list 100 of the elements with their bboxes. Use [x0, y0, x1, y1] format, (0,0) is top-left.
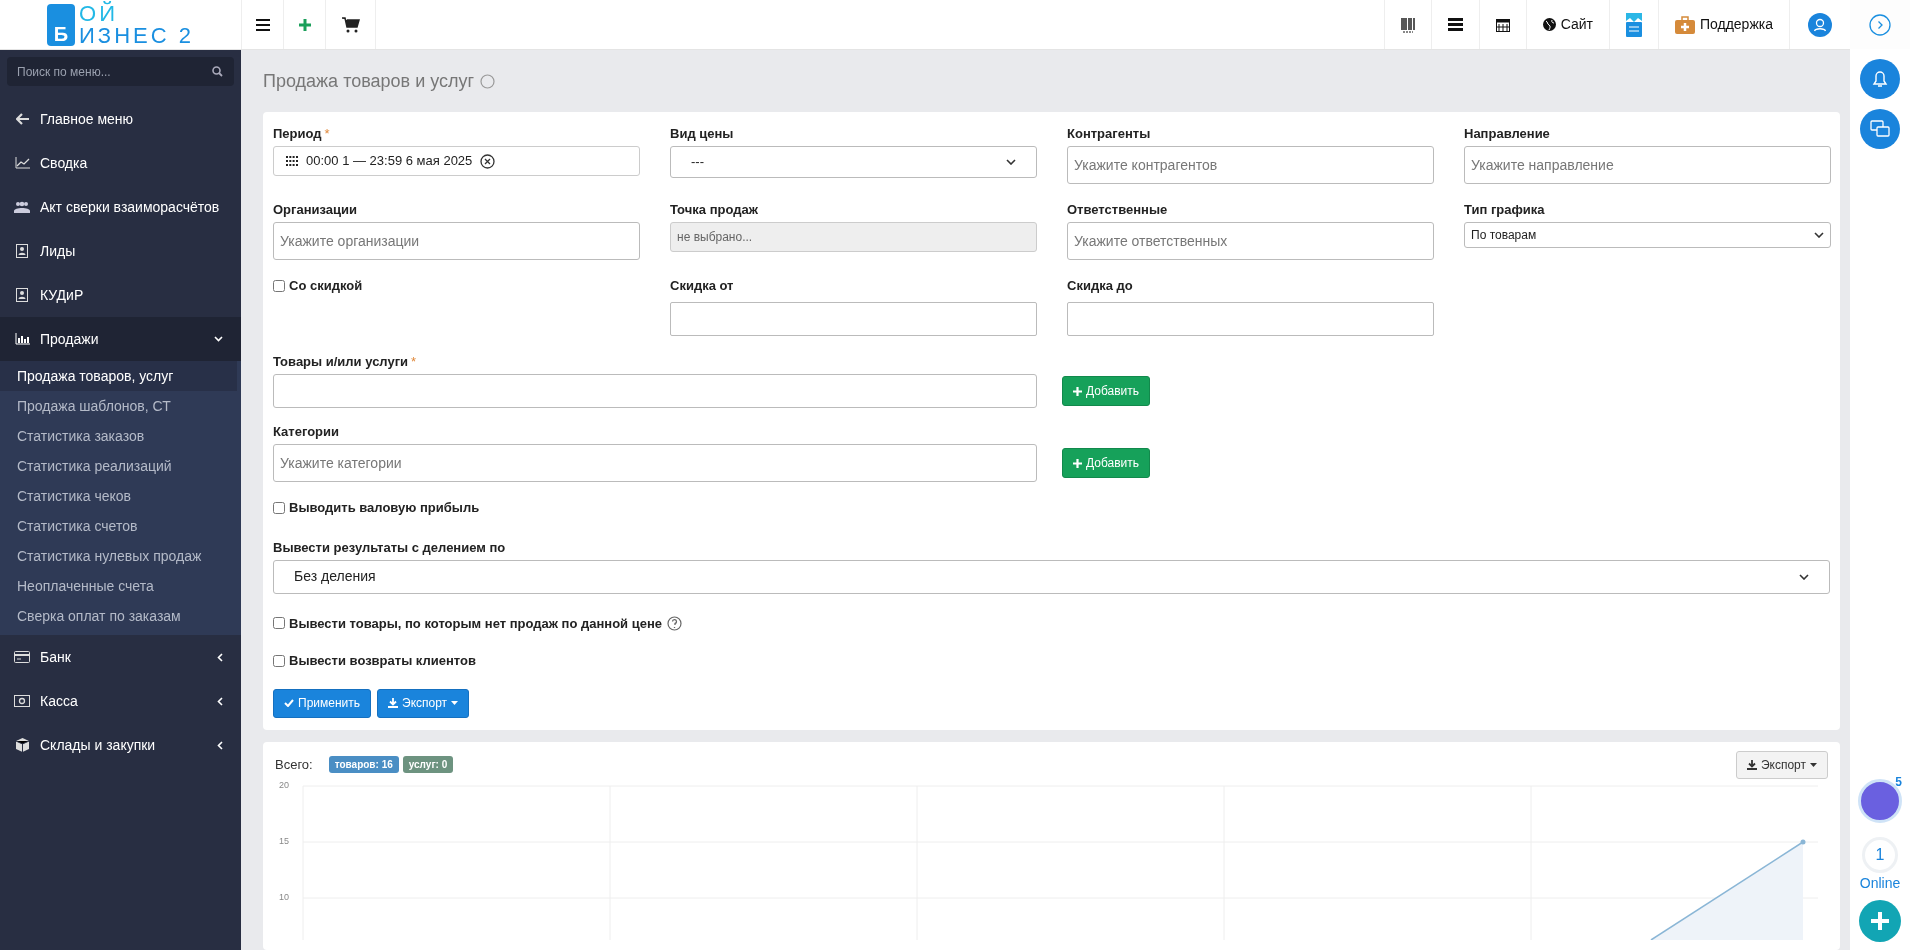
- grid-dots-icon: [286, 156, 298, 166]
- select-field[interactable]: ---: [670, 146, 1037, 178]
- input-field[interactable]: [273, 374, 1037, 408]
- axis-label: 15: [279, 836, 289, 846]
- sidebar-item[interactable]: Сводка: [0, 141, 241, 185]
- credit-card-icon: [14, 651, 30, 663]
- apply-button[interactable]: Применить: [273, 688, 371, 718]
- sidebar-item[interactable]: Акт сверки взаиморасчётов: [0, 185, 241, 229]
- chevron-left-icon: [217, 696, 223, 706]
- chat-icon[interactable]: [1860, 109, 1900, 149]
- bell-icon[interactable]: [1860, 59, 1900, 99]
- sidebar-item[interactable]: Склады и закупки: [0, 723, 241, 767]
- tag-input-field[interactable]: Укажите контрагентов: [1067, 146, 1434, 184]
- field-label: Товары и/или услуги: [273, 353, 409, 371]
- sidebar-item[interactable]: КУДиР: [0, 273, 241, 317]
- line-chart-icon: [14, 157, 30, 169]
- plus-icon: [1073, 386, 1082, 396]
- required-mark: *: [411, 353, 417, 371]
- chevron-left-icon: [217, 740, 223, 750]
- notification-count: 5: [1895, 774, 1902, 791]
- caret-icon: [1799, 573, 1809, 580]
- checkbox-label: Вывести возвраты клиентов: [289, 652, 476, 670]
- tag-input-field[interactable]: Укажите организации: [273, 222, 640, 260]
- date-range-field[interactable]: 00:00 1 — 23:59 6 мая 2025: [273, 146, 640, 176]
- chevron-down-icon: [214, 336, 223, 342]
- count-badge: товаров: 16: [328, 756, 399, 773]
- clear-icon[interactable]: [480, 153, 496, 169]
- field-label: Контрагенты: [1067, 125, 1151, 143]
- checkbox-label: Со скидкой: [289, 277, 363, 295]
- field-label: Период: [273, 125, 322, 143]
- support-link[interactable]: Поддержка: [1657, 0, 1789, 49]
- chevron-right-icon[interactable]: [1869, 13, 1891, 36]
- checkbox[interactable]: [273, 617, 285, 630]
- bar-chart-icon: [14, 333, 30, 345]
- date-range-value: 00:00 1 — 23:59 6 мая 2025: [306, 152, 473, 171]
- menu-icon[interactable]: [241, 0, 284, 49]
- sidebar-item[interactable]: Главное меню: [0, 97, 241, 141]
- chevron-left-icon: [217, 652, 223, 662]
- page-title: Продажа товаров и услуг: [263, 70, 475, 93]
- checkbox[interactable]: [273, 654, 285, 667]
- count-badge: услуг: 0: [402, 756, 454, 773]
- sidebar-item[interactable]: Продажи: [0, 317, 241, 361]
- submenu-item[interactable]: Продажа шаблонов, СТ: [0, 391, 237, 421]
- required-mark: *: [324, 125, 330, 143]
- tag-input-field[interactable]: Укажите направление: [1464, 146, 1831, 184]
- box-icon: [14, 738, 30, 752]
- search-icon: [212, 66, 223, 77]
- export-button[interactable]: Экспорт: [377, 688, 470, 718]
- plus-icon: [1073, 458, 1082, 468]
- input-field[interactable]: [670, 302, 1037, 336]
- caret-icon: [1810, 762, 1817, 767]
- logo[interactable]: Б ОЙ ИЗНЕС 2: [0, 0, 241, 49]
- contact-card-icon: [14, 244, 30, 258]
- sidebar-item[interactable]: Банк: [0, 635, 241, 679]
- submenu-item[interactable]: Продажа товаров, услуг: [0, 361, 237, 391]
- submenu-item[interactable]: Статистика реализаций: [0, 451, 237, 481]
- menu-search-field[interactable]: Поиск по меню...: [7, 57, 234, 86]
- total-label: Всего:: [275, 755, 313, 774]
- add-icon[interactable]: [1859, 900, 1901, 942]
- sidebar-item[interactable]: Лиды: [0, 229, 241, 273]
- axis-label: 10: [279, 892, 289, 902]
- user-icon[interactable]: [1808, 12, 1832, 37]
- field-label: Ответственные: [1067, 201, 1168, 219]
- caret-icon: [451, 701, 459, 705]
- select-field[interactable]: По товарам: [1464, 222, 1831, 248]
- select-field[interactable]: Без деления: [273, 559, 1830, 594]
- add-button[interactable]: Добавить: [1062, 376, 1151, 406]
- export-button[interactable]: Экспорт: [1735, 750, 1828, 779]
- field-label: Тип графика: [1464, 201, 1545, 219]
- users-icon: [14, 201, 30, 213]
- first-aid-kit-icon: [1674, 15, 1695, 34]
- field-label: Вид цены: [670, 125, 734, 143]
- field-label: Направление: [1464, 125, 1550, 143]
- download-icon: [388, 698, 398, 708]
- caret-icon: [1814, 232, 1824, 238]
- online-counter: 1: [1862, 837, 1898, 873]
- field-label: Организации: [273, 201, 358, 219]
- checkbox-label: Выводить валовую прибыль: [289, 499, 480, 517]
- axis-label: 20: [279, 780, 289, 790]
- tag-input-field[interactable]: Укажите категории: [273, 444, 1037, 482]
- caret-icon: [1006, 159, 1016, 165]
- submenu-item[interactable]: Статистика счетов: [0, 511, 237, 541]
- submenu-item[interactable]: Статистика заказов: [0, 421, 237, 451]
- download-icon: [1746, 759, 1757, 770]
- submenu-item[interactable]: Неоплаченные счета: [0, 571, 237, 601]
- submenu-item[interactable]: Статистика нулевых продаж: [0, 541, 237, 571]
- banknote-icon: [14, 695, 30, 707]
- site-link[interactable]: Сайт: [1525, 0, 1609, 49]
- field-label: Скидка до: [1067, 277, 1133, 295]
- checkbox[interactable]: [273, 501, 285, 514]
- checkbox-label: Вывести товары, по которым нет продаж по данной цене: [289, 614, 662, 633]
- sidebar-item[interactable]: Касса: [0, 679, 241, 723]
- add-button[interactable]: Добавить: [1062, 448, 1151, 478]
- field-label: Вывести результаты с делением по: [273, 538, 506, 557]
- submenu-item[interactable]: Статистика чеков: [0, 481, 237, 511]
- submenu-item[interactable]: Сверка оплат по заказам: [0, 601, 237, 631]
- checkbox[interactable]: [273, 279, 285, 292]
- input-field[interactable]: [1067, 302, 1434, 336]
- tag-input-field[interactable]: Укажите ответственных: [1067, 222, 1434, 260]
- avatar[interactable]: [1858, 779, 1902, 823]
